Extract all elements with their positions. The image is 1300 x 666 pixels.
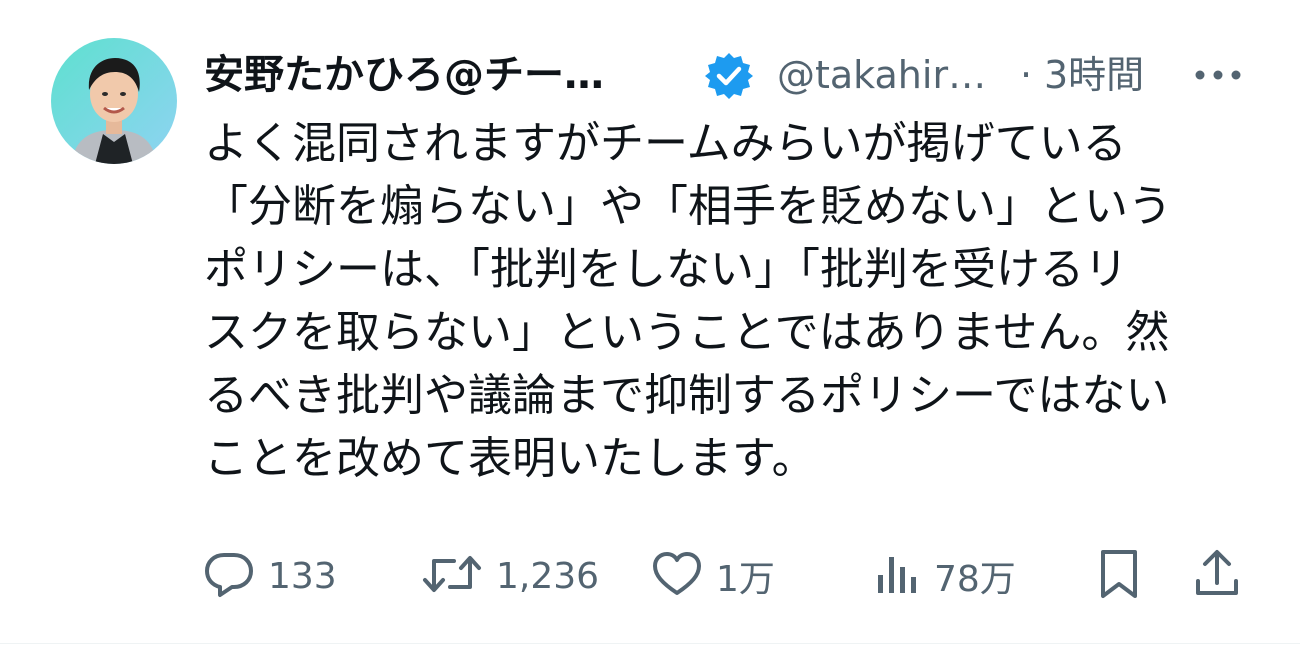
more-icon[interactable] [1190, 52, 1246, 98]
tweet-header: 安野たかひろ@チー… @takahir… · 3時間 [204, 44, 1254, 106]
views-icon [872, 547, 922, 605]
retweet-icon [420, 547, 484, 605]
bookmark-button[interactable] [1094, 540, 1144, 612]
display-name[interactable]: 安野たかひろ@チー… [204, 44, 604, 106]
author-handle[interactable]: @takahir… [777, 44, 986, 106]
bookmark-icon [1094, 547, 1144, 605]
like-count: 1万 [716, 559, 775, 600]
timestamp[interactable]: 3時間 [1044, 44, 1144, 106]
action-bar: 133 1,236 1万 78万 [0, 540, 1300, 612]
views-count: 78万 [934, 559, 1016, 600]
avatar[interactable] [51, 38, 177, 164]
share-button[interactable] [1192, 540, 1242, 612]
retweet-count: 1,236 [496, 555, 600, 597]
reply-icon [202, 547, 256, 605]
like-button[interactable]: 1万 [650, 540, 775, 612]
retweet-button[interactable]: 1,236 [420, 540, 599, 612]
like-icon [650, 547, 704, 605]
reply-button[interactable]: 133 [202, 540, 337, 612]
divider [0, 643, 1300, 644]
views-button[interactable]: 78万 [872, 540, 1016, 612]
share-icon [1192, 547, 1242, 605]
tweet[interactable]: 安野たかひろ@チー… @takahir… · 3時間 よく混同されますがチームみ… [0, 0, 1300, 666]
separator-dot: · [1020, 53, 1033, 97]
tweet-text: よく混同されますがチームみらいが掲げている 「分断を煽らない」や「相手を貶めない… [204, 118, 1172, 484]
verified-badge-icon[interactable] [704, 51, 754, 101]
reply-count: 133 [268, 555, 337, 597]
